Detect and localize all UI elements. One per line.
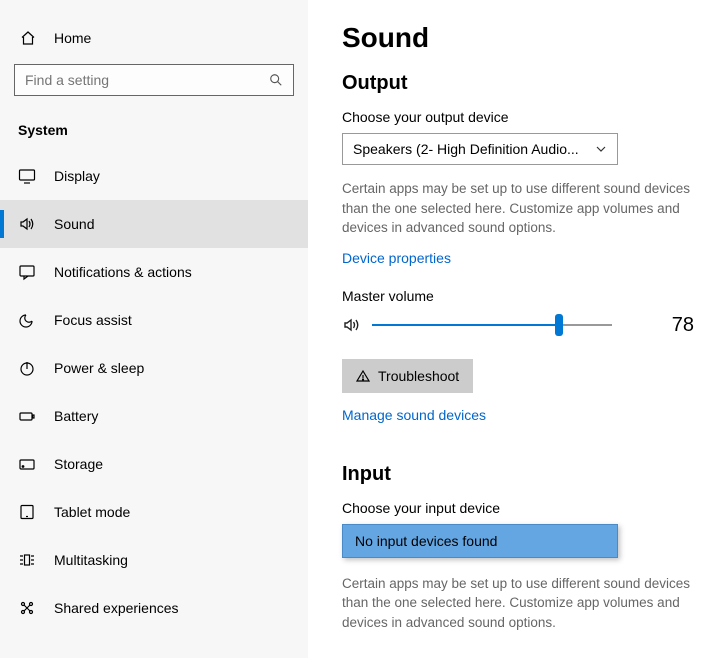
home-nav[interactable]: Home (0, 20, 308, 64)
category-header: System (0, 116, 308, 152)
input-help-text: Certain apps may be set up to use differ… (342, 574, 704, 633)
output-help-text: Certain apps may be set up to use differ… (342, 179, 704, 238)
volume-slider[interactable] (372, 315, 612, 335)
sidebar: Home System Display Sound Notifications … (0, 0, 308, 658)
sidebar-item-label: Multitasking (54, 552, 128, 568)
sidebar-item-label: Focus assist (54, 312, 132, 328)
troubleshoot-button[interactable]: Troubleshoot (342, 359, 473, 393)
input-heading: Input (342, 463, 704, 486)
sidebar-item-label: Tablet mode (54, 504, 130, 520)
search-input-wrapper[interactable] (14, 64, 294, 96)
sidebar-item-label: Battery (54, 408, 98, 424)
focus-assist-icon (18, 311, 36, 329)
search-icon (269, 73, 283, 87)
volume-row: 78 (342, 314, 704, 337)
shared-icon (18, 599, 36, 617)
home-icon (20, 30, 36, 46)
sidebar-item-display[interactable]: Display (0, 152, 308, 200)
troubleshoot-label: Troubleshoot (378, 368, 459, 384)
display-icon (18, 167, 36, 185)
sidebar-item-label: Notifications & actions (54, 264, 192, 280)
volume-value: 78 (672, 314, 704, 337)
output-heading: Output (342, 72, 704, 95)
notifications-icon (18, 263, 36, 281)
output-device-value: Speakers (2- High Definition Audio... (353, 141, 579, 157)
page-title: Sound (342, 22, 704, 54)
device-properties-link[interactable]: Device properties (342, 250, 451, 266)
sidebar-item-label: Display (54, 168, 100, 184)
home-label: Home (54, 30, 91, 46)
sidebar-item-label: Storage (54, 456, 103, 472)
sidebar-item-label: Sound (54, 216, 94, 232)
input-choose-label: Choose your input device (342, 500, 704, 516)
sidebar-item-storage[interactable]: Storage (0, 440, 308, 488)
output-choose-label: Choose your output device (342, 109, 704, 125)
sidebar-item-label: Shared experiences (54, 600, 179, 616)
sound-icon (18, 215, 36, 233)
main-content: Sound Output Choose your output device S… (308, 0, 714, 658)
sidebar-item-battery[interactable]: Battery (0, 392, 308, 440)
sidebar-item-label: Power & sleep (54, 360, 144, 376)
warning-icon (356, 369, 370, 383)
power-icon (18, 359, 36, 377)
output-device-dropdown[interactable]: Speakers (2- High Definition Audio... (342, 133, 618, 165)
sidebar-item-multitasking[interactable]: Multitasking (0, 536, 308, 584)
battery-icon (18, 407, 36, 425)
master-volume-label: Master volume (342, 288, 704, 304)
search-input[interactable] (25, 72, 269, 88)
manage-sound-devices-link[interactable]: Manage sound devices (342, 407, 486, 423)
sidebar-item-power-sleep[interactable]: Power & sleep (0, 344, 308, 392)
volume-icon[interactable] (342, 315, 362, 335)
storage-icon (18, 455, 36, 473)
sidebar-item-sound[interactable]: Sound (0, 200, 308, 248)
sidebar-item-tablet-mode[interactable]: Tablet mode (0, 488, 308, 536)
input-device-dropdown[interactable]: No input devices found (342, 524, 618, 558)
slider-fill (372, 324, 559, 326)
sidebar-item-focus-assist[interactable]: Focus assist (0, 296, 308, 344)
tablet-icon (18, 503, 36, 521)
sidebar-item-notifications[interactable]: Notifications & actions (0, 248, 308, 296)
multitasking-icon (18, 551, 36, 569)
sidebar-item-shared-experiences[interactable]: Shared experiences (0, 584, 308, 632)
slider-thumb[interactable] (555, 314, 563, 336)
input-device-value: No input devices found (355, 533, 497, 549)
chevron-down-icon (595, 143, 607, 155)
